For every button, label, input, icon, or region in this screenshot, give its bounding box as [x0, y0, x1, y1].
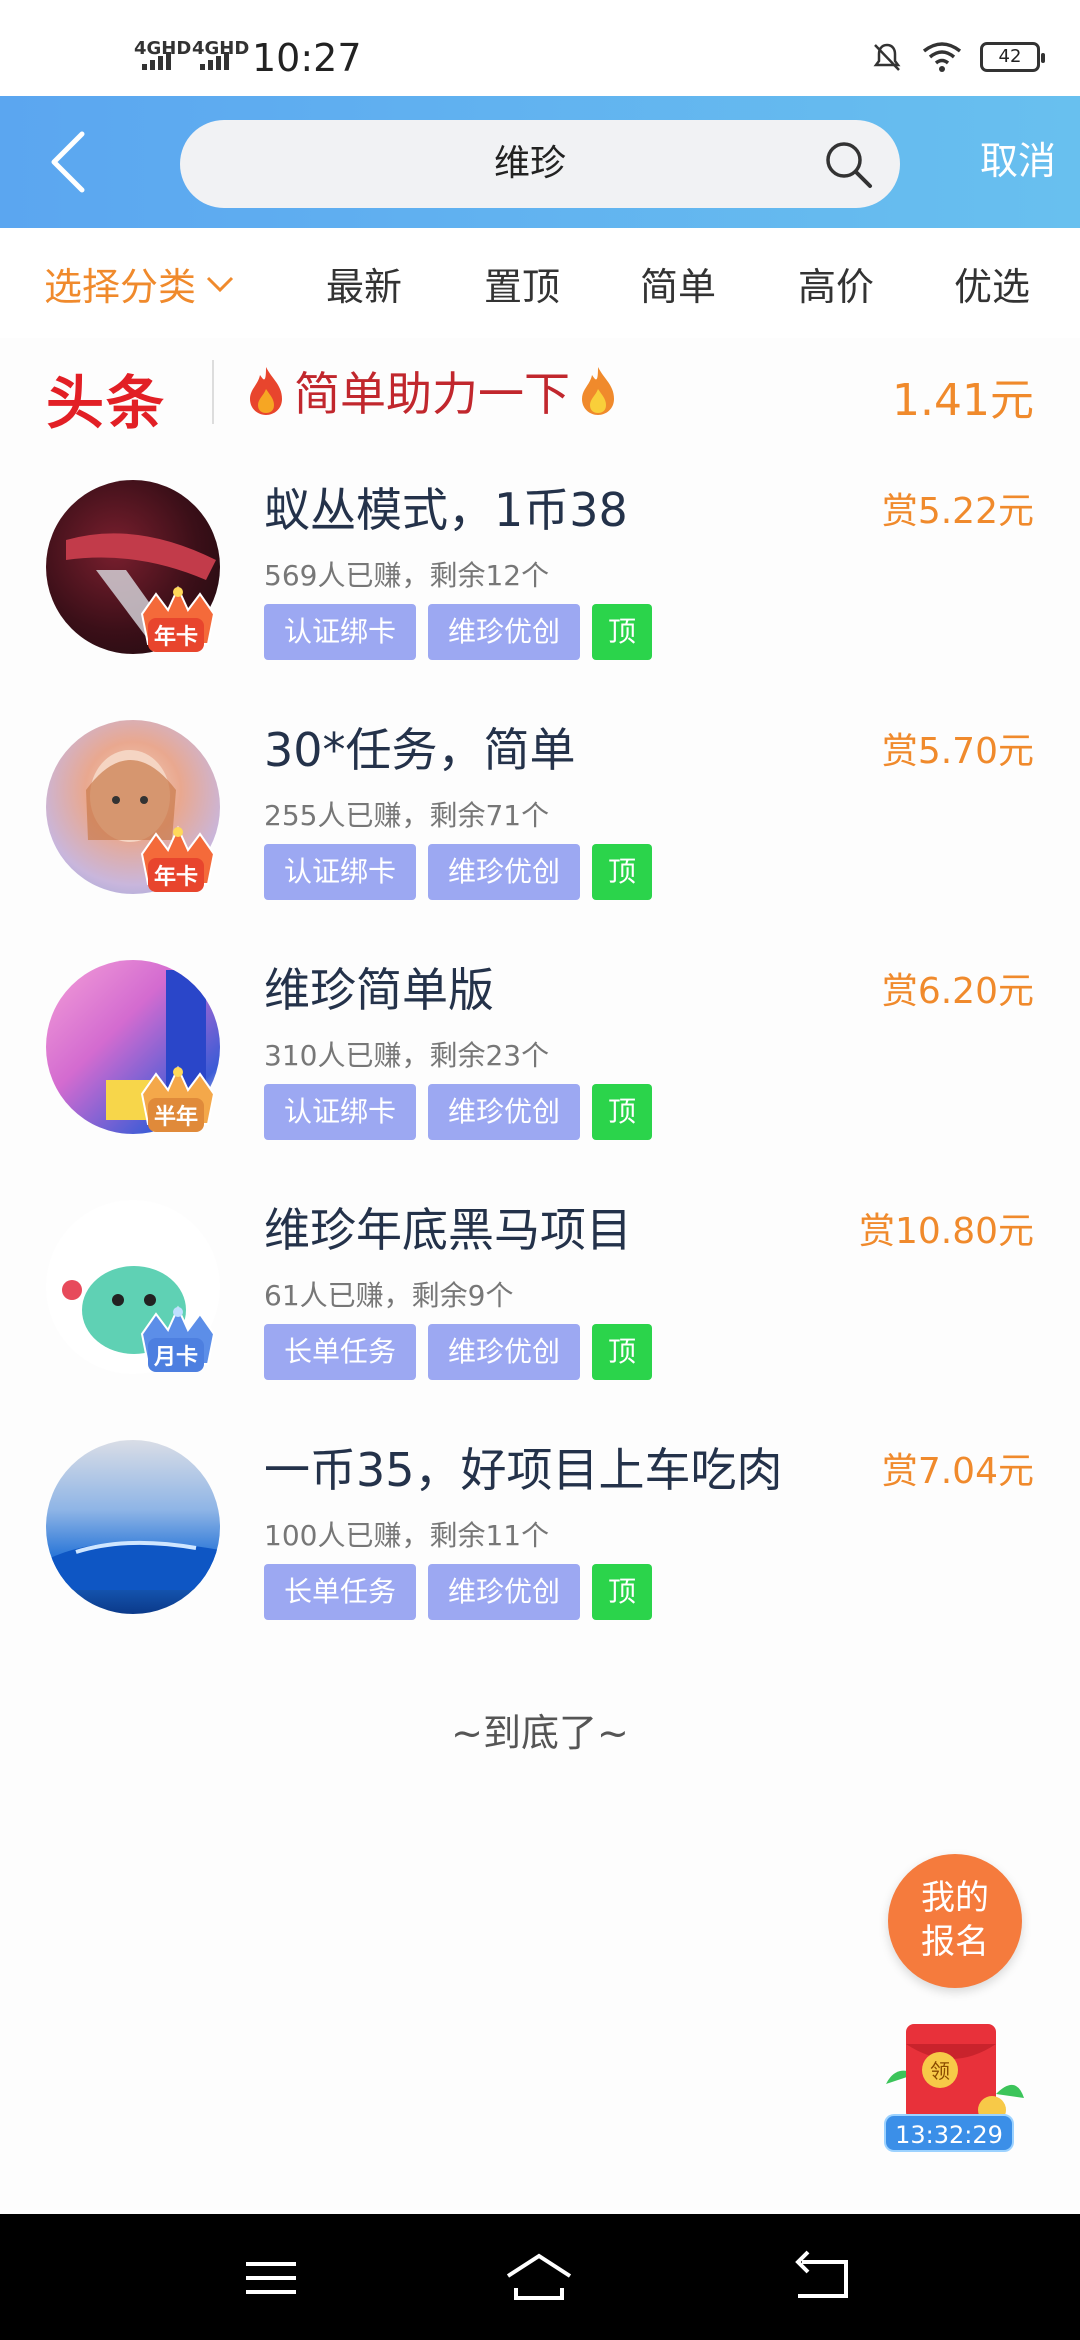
task-title: 维珍简单版	[264, 963, 494, 1017]
red-packet-label: 领	[930, 2059, 950, 2083]
category-label: 选择分类	[44, 265, 197, 309]
task-tag: 长单任务	[264, 1324, 417, 1380]
task-tag: 维珍优创	[428, 844, 581, 900]
filter-bar: 选择分类 最新 置顶 简单 高价 优选	[0, 228, 1080, 338]
back-button[interactable]	[40, 126, 100, 198]
chevron-down-icon	[206, 276, 234, 292]
tab-pinned[interactable]: 置顶	[484, 256, 560, 311]
signal-icon-2	[200, 52, 229, 70]
task-tag: 认证绑卡	[264, 604, 417, 660]
task-item[interactable]: 一币35，好项目上车吃肉 赏7.04元 100人已赚，剩余11个 长单任务 维珍…	[0, 1440, 1080, 1680]
system-nav-bar	[0, 2214, 1080, 2340]
task-item[interactable]: 半年 维珍简单版 赏6.20元 310人已赚，剩余23个 认证绑卡 维珍优创 顶	[0, 960, 1080, 1200]
tab-featured[interactable]: 优选	[954, 256, 1030, 311]
tab-simple[interactable]: 简单	[640, 256, 716, 311]
task-meta: 100人已赚，剩余11个	[264, 1519, 550, 1552]
search-input[interactable]: 维珍	[180, 120, 900, 208]
task-tag: 维珍优创	[428, 1084, 581, 1140]
countdown-timer: 13:32:29	[884, 2114, 1014, 2152]
signal-icon-1	[142, 52, 171, 70]
my-registration-button[interactable]: 我的 报名	[888, 1854, 1022, 1988]
headline-price: 1.41元	[892, 375, 1034, 426]
task-title: 30*任务，简单	[264, 723, 576, 777]
wifi-icon	[922, 42, 962, 72]
divider	[212, 360, 214, 424]
my-registration-label-line1: 我的	[921, 1878, 989, 1918]
category-selector[interactable]: 选择分类	[44, 256, 236, 311]
pinned-tag: 顶	[592, 844, 653, 900]
task-meta: 255人已赚，剩余71个	[264, 799, 550, 832]
pinned-tag: 顶	[592, 1324, 653, 1380]
mute-notification-icon	[873, 43, 901, 71]
membership-badge: 半年	[148, 1098, 205, 1132]
task-reward: 赏6.20元	[881, 971, 1034, 1012]
task-tag: 维珍优创	[428, 604, 581, 660]
home-icon[interactable]	[504, 2248, 574, 2308]
task-reward: 赏5.22元	[881, 491, 1034, 532]
task-meta: 61人已赚，剩余9个	[264, 1279, 514, 1312]
headline-title: 简单助力一下	[294, 367, 570, 421]
task-tag: 认证绑卡	[264, 844, 417, 900]
clock: 10:27	[252, 36, 362, 80]
task-tag: 长单任务	[264, 1564, 417, 1620]
battery-level: 42	[998, 46, 1022, 67]
task-title: 蚁丛模式，1币38	[264, 483, 628, 537]
task-tag: 维珍优创	[428, 1564, 581, 1620]
pinned-tag: 顶	[592, 1084, 653, 1140]
task-avatar	[46, 1440, 220, 1614]
task-item[interactable]: 年卡 蚁丛模式，1币38 赏5.22元 569人已赚，剩余12个 认证绑卡 维珍…	[0, 480, 1080, 720]
menu-icon[interactable]	[236, 2248, 306, 2308]
battery-icon: 42	[980, 42, 1045, 72]
task-meta: 569人已赚，剩余12个	[264, 559, 550, 592]
fire-icon	[250, 367, 282, 415]
task-reward: 赏7.04元	[881, 1451, 1034, 1492]
my-registration-label-line2: 报名	[921, 1922, 989, 1962]
membership-badge: 月卡	[148, 1338, 205, 1372]
task-item[interactable]: 年卡 30*任务，简单 赏5.70元 255人已赚，剩余71个 认证绑卡 维珍优…	[0, 720, 1080, 960]
task-meta: 310人已赚，剩余23个	[264, 1039, 550, 1072]
membership-badge: 年卡	[148, 858, 205, 892]
pinned-tag: 顶	[592, 604, 653, 660]
search-icon[interactable]	[820, 136, 876, 192]
fire-icon	[582, 367, 614, 415]
headline-badge: 头条	[46, 369, 167, 437]
task-title: 一币35，好项目上车吃肉	[264, 1443, 783, 1497]
task-tag: 维珍优创	[428, 1324, 581, 1380]
search-header: 维珍 取消	[0, 96, 1080, 228]
cancel-button[interactable]: 取消	[980, 130, 1056, 185]
tab-high-price[interactable]: 高价	[798, 256, 874, 311]
pinned-tag: 顶	[592, 1564, 653, 1620]
search-query-text[interactable]: 维珍	[180, 120, 780, 208]
task-title: 维珍年底黑马项目	[264, 1203, 632, 1257]
task-tag: 认证绑卡	[264, 1084, 417, 1140]
task-reward: 赏5.70元	[881, 731, 1034, 772]
back-nav-icon[interactable]	[788, 2248, 858, 2308]
tab-latest[interactable]: 最新	[326, 256, 402, 311]
end-of-list-text: ~到底了~	[451, 1711, 629, 1755]
membership-badge: 年卡	[148, 618, 205, 652]
task-item[interactable]: 月卡 维珍年底黑马项目 赏10.80元 61人已赚，剩余9个 长单任务 维珍优创…	[0, 1200, 1080, 1440]
task-reward: 赏10.80元	[858, 1211, 1034, 1252]
headline-banner[interactable]: 头条 简单助力一下 1.41元	[0, 338, 1080, 448]
status-bar: 4GHD 4GHD 10:27 42	[0, 0, 1080, 96]
